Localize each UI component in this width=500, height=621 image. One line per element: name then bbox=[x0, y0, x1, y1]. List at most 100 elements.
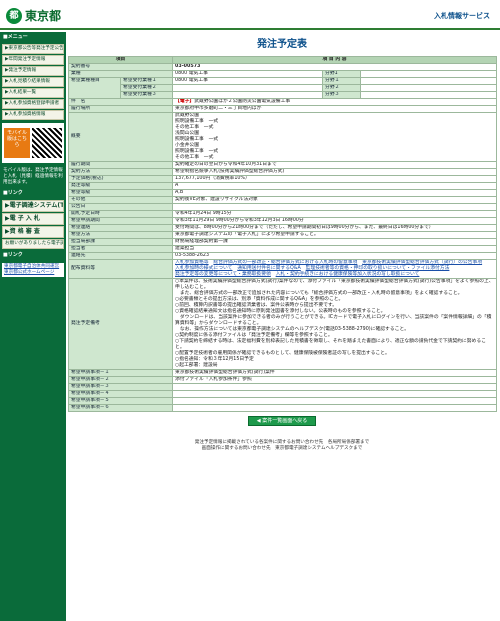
sidebar-item-public-notice[interactable]: ▶東京都公告等発注予定公告 bbox=[2, 44, 64, 54]
back-to-list-button[interactable]: ◀ 案件一覧画面へ戻る bbox=[247, 416, 317, 426]
label-notes: 発注予定備考 bbox=[67, 278, 174, 370]
label-hope-field2: 分野２ bbox=[322, 84, 362, 92]
back-wrap: ◀ 案件一覧画面へ戻る bbox=[68, 416, 496, 426]
sidebar: ■メニュー ▶東京都公告等発注予定公告 ▶年間発注予定情報 ▶発注予定情報 ▶入… bbox=[0, 32, 66, 621]
mobile-banner[interactable]: モバイル版はこちら bbox=[2, 123, 64, 163]
value-period: 令和3年11月29日 9時00分から令和3年12月3日 16時00分 bbox=[172, 217, 498, 225]
subject-text: 武蔵野公園ほか２公園防災公園電気設備工事 bbox=[194, 99, 291, 105]
label-hope-type: 希望業種種目 bbox=[68, 77, 121, 99]
value-hope1: 0800 電気工事 bbox=[172, 77, 324, 85]
sidebar-item-qualification-review[interactable]: ▶資 格 審 査 bbox=[2, 226, 64, 238]
header: 都 東京都 入札情報サービス bbox=[0, 0, 500, 30]
links-title-2: ■リンク bbox=[3, 252, 23, 258]
label-hope2: 希望受付業種２ bbox=[119, 84, 174, 92]
label-attach4: 希望申請事項－４ bbox=[67, 390, 174, 398]
label-hope-field3: 分野３ bbox=[322, 91, 362, 99]
value-business: 0800 電気工事 bbox=[172, 70, 324, 78]
sidebar-item-result-list[interactable]: ▶入札結果一覧 bbox=[2, 88, 64, 98]
file-link[interactable]: 入札・契約手続きにおける健康保険等加入状況の写し取扱について bbox=[276, 272, 420, 277]
mobile-label: モバイル版はこちら bbox=[4, 128, 30, 158]
label-other: その他 bbox=[67, 196, 174, 204]
file-link[interactable]: 総合評価方式の一部改正・総合評価方式における入札時の留意事項 bbox=[213, 261, 357, 266]
value-dept: 財務局経理部契約第一課 bbox=[172, 238, 498, 246]
value-hope-field1 bbox=[360, 77, 498, 85]
main-content: 発注予定表 項目項 目 内 容 契約番号 03-00573 業種 0800 電気工事… bbox=[67, 32, 498, 452]
value-term: 契約確定の日の翌日から令和4年10月31日まで bbox=[172, 161, 498, 169]
tokyo-logo[interactable]: 都 東京都 bbox=[6, 8, 61, 24]
value-tel: 03-5388-2623 bbox=[172, 252, 498, 260]
value-attach6 bbox=[172, 404, 498, 412]
label-business: 業種 bbox=[67, 70, 174, 78]
value-hope3 bbox=[172, 91, 324, 99]
label-open: 開札予定日時 bbox=[67, 210, 174, 218]
file-link[interactable]: 入札参加時の様式について bbox=[175, 266, 232, 271]
value-attach3 bbox=[172, 383, 498, 391]
value-hope-field2 bbox=[360, 84, 498, 92]
note-line: ○本案件は、技術実績評価型総合評価方式(試行)案件なので、添付ファイル「東京都技… bbox=[175, 279, 494, 291]
label-hope-contact: 希望連絡 bbox=[67, 224, 174, 232]
label-hope1: 希望受付業種１ bbox=[119, 77, 174, 85]
value-files: 入札参加資格等 総合評価方式の一部改正・総合評価方式における入札時の留意事項 東… bbox=[172, 259, 498, 279]
sidebar-item-e-bid[interactable]: ▶電 子 入 札 bbox=[2, 213, 64, 225]
sidebar-item-qualification[interactable]: ▶入札参加資格情報 bbox=[2, 110, 64, 120]
sidebar-item-annual-schedule[interactable]: ▶年間発注予定情報 bbox=[2, 55, 64, 65]
value-place: 東京都府中市多磨町二・三丁目地内ほか bbox=[172, 105, 498, 113]
note-line: ○起工部署：建設局 bbox=[175, 363, 218, 368]
value-method: 希望制指名競争入札(技術実績評価型総合評価方式) bbox=[172, 168, 498, 176]
value-open: 令和4年1月24日 9時15分 bbox=[172, 210, 498, 218]
value-hope2 bbox=[172, 84, 324, 92]
file-link[interactable]: 入札参加資格等 bbox=[175, 261, 209, 266]
label-tel: 連絡先 bbox=[67, 252, 174, 260]
label-person: 担当者 bbox=[67, 245, 174, 253]
footer: 発注予定情報に掲載されている各案件に関するお問い合わせ先 各局所局係部署まで 画… bbox=[68, 440, 496, 452]
file-link[interactable]: 監理技術者等の資格・押印の取り扱いについて・ファイル添付方法 bbox=[306, 266, 450, 271]
chatbot-banner[interactable]: お願いがありましたら電子調達チャットボット bbox=[2, 239, 64, 249]
label-price: 予定価格(税込) bbox=[67, 175, 174, 183]
label-place: 履行場所 bbox=[67, 105, 174, 113]
label-files: 配布資料等 bbox=[67, 259, 174, 279]
label-period: 希望申請期間 bbox=[67, 217, 174, 225]
value-other: 契約後VE対象、建設リサイクル法対象 bbox=[172, 196, 498, 204]
label-term: 履行期間 bbox=[67, 161, 174, 169]
sidebar-item-procurement-top[interactable]: ▶電子調達システム(TOP) bbox=[2, 200, 64, 212]
link-tokyo-official[interactable]: 東京都公式ホームページ bbox=[4, 270, 62, 276]
label-attach3: 希望申請事項－３ bbox=[67, 383, 174, 391]
value-hope-field3 bbox=[360, 91, 498, 99]
bottom-links: 東京都電子自治体共同運営 東京都公式ホームページ bbox=[2, 263, 64, 277]
value-grade: A bbox=[172, 182, 498, 190]
links-title: ■リンク bbox=[3, 190, 23, 196]
electronic-tag: 【電子】 bbox=[175, 99, 195, 105]
tokyo-emblem-icon: 都 bbox=[6, 8, 22, 24]
value-attach1: 東京都技術実績評価型総合評価方式(試行)案件 bbox=[172, 369, 498, 377]
label-attach6: 希望申請事項－６ bbox=[67, 404, 174, 412]
qr-code-icon bbox=[32, 128, 62, 158]
sidebar-item-bid-results[interactable]: ▶入札見積り結果情報 bbox=[2, 77, 64, 87]
bid-info-service-link[interactable]: 入札情報サービス bbox=[434, 12, 490, 20]
value-attach4 bbox=[172, 390, 498, 398]
file-link[interactable]: 東京都技術実績評価型総合評価方式（試行）の公告事項 bbox=[362, 261, 482, 266]
label-attach5: 希望申請事項－５ bbox=[67, 397, 174, 405]
value-hope-grade: A,B bbox=[172, 189, 498, 197]
value-announce bbox=[172, 203, 498, 211]
file-link[interactable]: 通知用送付件名に関するQ&A bbox=[237, 266, 301, 271]
value-how: 東京都電子調達システムの「電子入札」により希望申請すること。 bbox=[172, 231, 498, 239]
label-hope3: 希望受付業種３ bbox=[119, 91, 174, 99]
label-field1: 分野1 bbox=[322, 70, 362, 78]
label-hope-field1: 分野１ bbox=[322, 77, 362, 85]
label-attach1: 希望申請事項－１ bbox=[67, 369, 174, 377]
label-summary: 概要 bbox=[67, 112, 174, 162]
file-link[interactable]: 発注予定等の変更等について・業務取扱要領 bbox=[175, 272, 271, 277]
sidebar-item-applicants[interactable]: ▶入札参加資格登録申請者 bbox=[2, 99, 64, 109]
mobile-note: モバイル版は、発注予定情報と入札（見積）経過情報を利用出来ます。 bbox=[3, 168, 63, 185]
label-how: 希望方法 bbox=[67, 231, 174, 239]
value-attach5 bbox=[172, 397, 498, 405]
sidebar-item-order-schedule[interactable]: ▶発注予定情報 bbox=[2, 66, 64, 76]
value-hope-contact: 受付時間は、8時00分から21時00分まで（ただし、希望申請期間初日は9時00分… bbox=[172, 224, 498, 232]
page-title: 発注予定表 bbox=[257, 39, 307, 50]
label-attach2: 希望申請事項－２ bbox=[67, 376, 174, 384]
label-contract-no: 契約番号 bbox=[67, 63, 174, 71]
value-notes: ○本案件は、技術実績評価型総合評価方式(試行)案件なので、添付ファイル「東京都技… bbox=[172, 278, 498, 370]
label-announce: 公告日 bbox=[67, 203, 174, 211]
note-line: ○下請契約を締結する時は、法定福利費を別枠表記した見積書を徴取し、それを踏まえた… bbox=[175, 339, 486, 350]
detail-table: 項目項 目 内 容 契約番号 03-00573 業種 0800 電気工事 分野1 希望… bbox=[67, 56, 498, 412]
